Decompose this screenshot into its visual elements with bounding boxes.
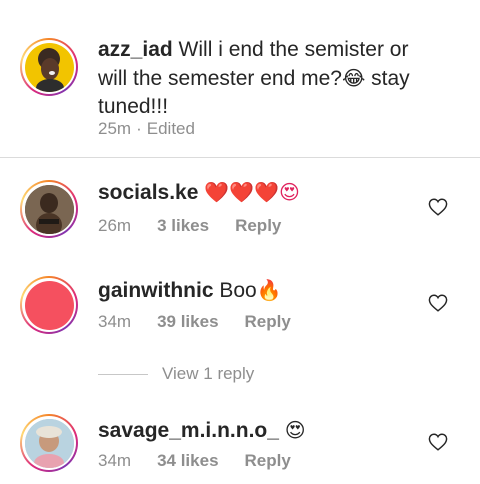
person-avatar-icon (35, 47, 64, 92)
comment-body: Boo (219, 279, 257, 302)
comment-username[interactable]: savage_m.i.n.n.o_ (98, 419, 279, 442)
comment-avatar-image (24, 418, 74, 468)
view-replies-line (98, 373, 148, 375)
laughing-emoji: 😂 (341, 66, 366, 90)
comment-avatar-gainwithnic[interactable] (20, 276, 78, 334)
caption-text-line1: Will i end the semister or (178, 38, 409, 61)
comment-meta: 34m 39 likes Reply (98, 312, 291, 332)
comment-time: 26m (98, 216, 132, 235)
comment-time: 34m (98, 451, 132, 470)
fire-emoji: 🔥 (256, 278, 282, 302)
person-avatar-icon (24, 418, 74, 468)
comment-username[interactable]: socials.ke (98, 181, 198, 204)
like-heart-icon[interactable] (428, 198, 448, 216)
comment-text-socials-ke: socials.ke ❤️❤️❤️😍 (98, 178, 300, 207)
comment-avatar-image (24, 280, 74, 330)
comment-text-gainwithnic: gainwithnic Boo🔥 (98, 276, 282, 305)
comment-likes[interactable]: 3 likes (157, 216, 209, 236)
comment-text-savage-minno: savage_m.i.n.n.o_ 😍 (98, 416, 306, 445)
comment-meta: 26m 3 likes Reply (98, 216, 281, 236)
comment-likes[interactable]: 39 likes (157, 312, 218, 332)
like-heart-icon[interactable] (428, 433, 448, 451)
reply-button[interactable]: Reply (245, 451, 291, 471)
comment-avatar-socials-ke[interactable] (20, 180, 78, 238)
comment-likes[interactable]: 34 likes (157, 451, 218, 471)
comment-avatar-image (24, 184, 74, 234)
comment-meta: 34m 34 likes Reply (98, 451, 291, 471)
caption-text-line2: will the semester end me? (98, 67, 342, 90)
comment-username[interactable]: gainwithnic (98, 279, 214, 302)
caption-divider (0, 157, 480, 158)
caption-time: 25m (98, 119, 132, 138)
caption-avatar[interactable] (20, 38, 78, 96)
hearts-emoji: ❤️❤️❤️😍 (204, 180, 300, 204)
caption-separator: · (136, 119, 142, 138)
comment-avatar-savage-minno[interactable] (20, 414, 78, 472)
caption-text: azz_iad Will i end the semister or will … (98, 36, 458, 121)
comment-time: 34m (98, 312, 132, 331)
view-replies-button[interactable]: View 1 reply (162, 364, 254, 384)
reply-button[interactable]: Reply (245, 312, 291, 332)
caption-avatar-image (24, 42, 74, 92)
caption-text-line3: tuned!!! (98, 95, 169, 118)
caption-edited: Edited (146, 119, 195, 138)
heart-eyes-emoji: 😍 (284, 418, 306, 442)
caption-text-line2-end: stay (365, 67, 410, 90)
view-replies-row[interactable]: View 1 reply (98, 364, 254, 384)
person-avatar-icon (24, 184, 74, 234)
reply-button[interactable]: Reply (235, 216, 281, 236)
like-heart-icon[interactable] (428, 294, 448, 312)
caption-meta: 25m · Edited (98, 119, 195, 139)
caption-username[interactable]: azz_iad (98, 38, 173, 61)
